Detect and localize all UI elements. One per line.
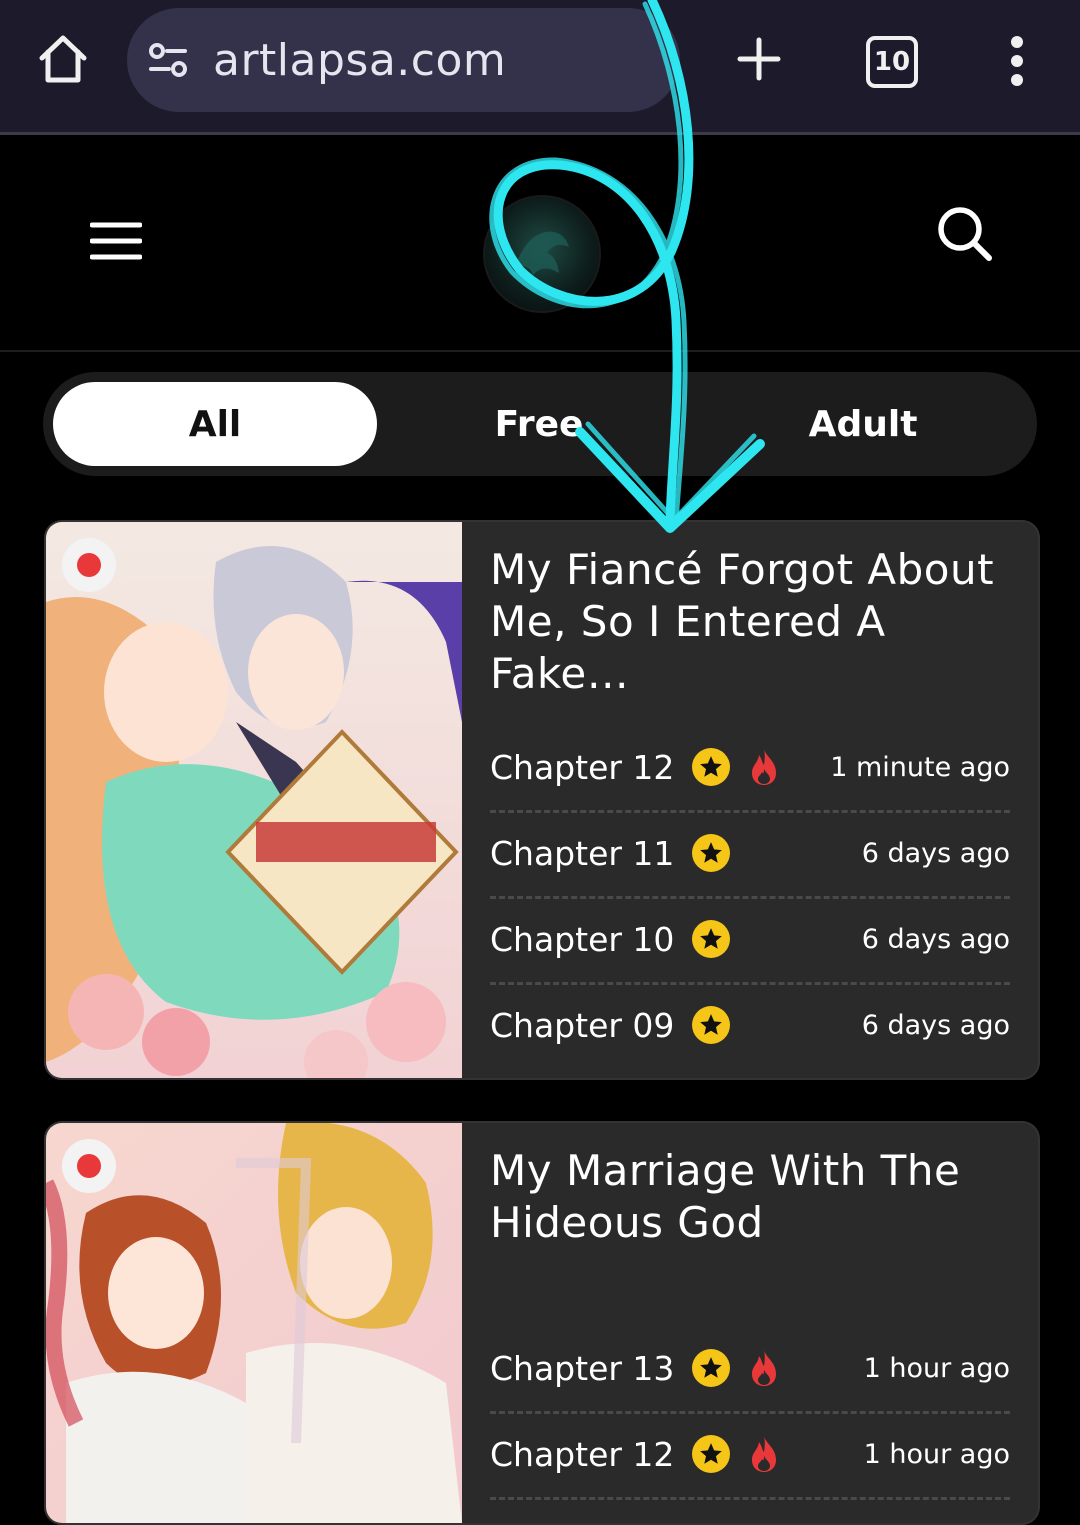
fire-icon (752, 1436, 777, 1472)
search-icon[interactable] (936, 205, 994, 263)
series-cover[interactable] (46, 1123, 462, 1523)
chapter-label[interactable]: Chapter 12 (490, 1435, 674, 1474)
chapter-label[interactable]: Chapter 10 (490, 920, 674, 959)
new-indicator (62, 538, 116, 592)
chapter-label[interactable]: Chapter 11 (490, 834, 674, 873)
chapter-time: 1 hour ago (863, 1438, 1010, 1470)
star-icon (692, 920, 731, 958)
chapter-row[interactable]: Chapter 09 6 days ago (490, 982, 1010, 1068)
kebab-menu-icon[interactable] (1004, 36, 1030, 86)
tune-icon[interactable] (147, 39, 189, 81)
chapter-time: 1 hour ago (863, 1352, 1010, 1384)
tab-free[interactable]: Free (377, 382, 701, 466)
home-icon[interactable] (34, 30, 92, 88)
new-indicator (62, 1139, 116, 1193)
chapter-time: 6 days ago (861, 837, 1010, 869)
chapter-row[interactable]: Chapter 10 6 days ago (490, 896, 1010, 985)
series-title[interactable]: My Marriage With The Hideous God (490, 1145, 1010, 1249)
chapter-label[interactable]: Chapter 13 (490, 1349, 674, 1388)
chapter-row[interactable]: Chapter 11 6 days ago (490, 810, 1010, 899)
series-card[interactable]: My Marriage With The Hideous God Chapter… (44, 1121, 1040, 1525)
star-icon (692, 1349, 731, 1387)
fire-icon (752, 1350, 777, 1386)
chapter-time: 1 minute ago (830, 751, 1010, 783)
star-icon (692, 748, 731, 786)
chapter-label[interactable]: Chapter 09 (490, 1006, 674, 1045)
address-bar[interactable]: artlapsa.com (127, 8, 680, 112)
chapter-row[interactable]: Chapter 12 1 hour ago (490, 1411, 1010, 1500)
star-icon (692, 1435, 731, 1473)
series-title[interactable]: My Fiancé Forgot About Me, So I Entered … (490, 544, 1010, 700)
url-text[interactable]: artlapsa.com (213, 35, 506, 86)
fire-icon (752, 749, 777, 785)
series-cover[interactable] (46, 522, 462, 1078)
browser-toolbar: artlapsa.com 10 (0, 0, 1080, 135)
chapter-time: 6 days ago (861, 1009, 1010, 1041)
hamburger-menu-icon[interactable] (90, 221, 142, 261)
tab-adult[interactable]: Adult (701, 382, 1025, 466)
chapter-row[interactable]: Chapter 12 1 minute ago (490, 724, 1010, 813)
series-card[interactable]: My Fiancé Forgot About Me, So I Entered … (44, 520, 1040, 1080)
tab-switcher-button[interactable]: 10 (866, 36, 918, 88)
site-header (0, 135, 1080, 352)
site-logo[interactable] (483, 195, 601, 313)
chapter-row[interactable]: Chapter 13 1 hour ago (490, 1325, 1010, 1414)
plus-icon[interactable] (736, 36, 782, 82)
filter-tabs: All Free Adult (43, 372, 1037, 476)
star-icon (692, 834, 731, 872)
chapter-label[interactable]: Chapter 12 (490, 748, 674, 787)
chapter-time: 6 days ago (861, 923, 1010, 955)
star-icon (692, 1006, 731, 1044)
tab-all[interactable]: All (53, 382, 377, 466)
